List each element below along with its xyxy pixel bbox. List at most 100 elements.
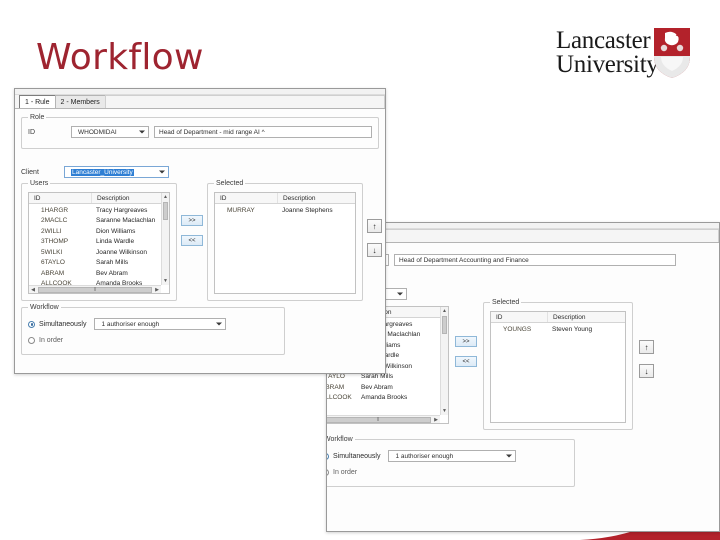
radio-in-order-secondary[interactable]: In order [327,469,568,476]
table-row[interactable]: ABRAM Bev Abram [29,268,169,279]
table-row[interactable]: 5WILKI Joanne Wilkinson [29,247,169,258]
lists-area-secondary: Description Tracy Hargreaves Saranne Mac… [327,299,713,430]
tab-members[interactable]: 2 - Members [54,95,106,108]
workflow-group-secondary: Workflow Simultaneously 1 authoriser eno… [327,436,575,487]
chevron-down-icon [397,292,403,296]
workflow-simultaneous-row-primary: Simultaneously 1 authoriser enough [28,318,278,330]
radio-dot-icon [327,452,329,460]
radio-dot-icon [327,469,329,476]
scroll-thumb[interactable] [163,202,168,220]
role-row-secondary: WHODAF Head of Department Accounting and… [327,254,713,266]
arrow-up-icon[interactable]: ↑ [639,340,654,354]
move-right-button-secondary[interactable]: >> [455,336,477,347]
authoriser-combo-secondary[interactable]: 1 authoriser enough [388,450,517,462]
role-description-field-secondary[interactable]: Head of Department Accounting and Financ… [394,254,676,266]
chevron-down-icon [139,130,145,134]
order-buttons-secondary: ↑ ↓ [639,306,654,378]
order-buttons-primary: ↑ ↓ [367,183,382,257]
radio-simultaneously-label-primary: Simultaneously [39,320,87,328]
role-rule-dialog-primary[interactable]: 1 - Rule 2 - Members . Role ID WHODMIDAI… [14,88,386,374]
scroll-thumb-horizontal[interactable]: ‖ [327,416,431,423]
role-id-row-primary: ID WHODMIDAI Head of Department - mid ra… [28,126,372,138]
table-row[interactable]: YOUNGS Steven Young [491,324,625,335]
logo-wordmark: Lancaster University [556,28,659,78]
users-horizontal-scrollbar-secondary[interactable]: ◀ ‖ ▶ [327,415,440,424]
table-row[interactable]: 1HARGR Tracy Hargreaves [29,205,169,216]
users-group-legend: Users [28,180,51,187]
authoriser-value-primary: 1 authoriser enough [101,320,160,328]
move-buttons-primary: >> << [181,183,203,246]
users-group-primary: Users ID Description 1HARGR Tracy Hargre… [21,180,177,301]
scroll-right-icon[interactable]: ▶ [153,286,161,294]
scroll-right-icon[interactable]: ▶ [432,416,440,424]
radio-simultaneously-primary[interactable]: Simultaneously [28,320,87,328]
lists-area-primary: Users ID Description 1HARGR Tracy Hargre… [21,180,382,301]
workflow-group-primary: Workflow Simultaneously 1 authoriser eno… [21,304,285,355]
column-header-description-secondary2: Description [547,312,613,322]
client-combo-primary[interactable]: Lancaster_University [64,166,169,178]
selected-group-secondary: Selected ID Description YOUNGS Steven Yo… [483,299,633,430]
users-horizontal-scrollbar-primary[interactable]: ◀ ‖ ▶ [29,285,161,293]
arrow-down-icon[interactable]: ↓ [639,364,654,378]
table-row[interactable]: 2MACLC Saranne Maclachlan [29,216,169,227]
role-description-field-primary[interactable]: Head of Department - mid range AI ^ [154,126,372,138]
table-row[interactable]: ABRAM Bev Abram [327,382,448,393]
move-left-button-primary[interactable]: << [181,235,203,246]
selected-group-legend-secondary: Selected [490,299,522,306]
lancaster-university-logo: Lancaster University [556,27,692,85]
column-header-description-primary2: Description [277,193,349,203]
workflow-group-legend-secondary: Workflow [327,436,355,443]
role-id-combo-primary[interactable]: WHODMIDAI [71,126,149,138]
tabstrip-filler: . [371,229,719,242]
table-row[interactable]: 2WILLI Dion Williams [29,226,169,237]
arrow-up-icon[interactable]: ↑ [367,219,382,233]
column-header-id-primary: ID [34,195,41,202]
selected-grid-rows-secondary[interactable]: YOUNGS Steven Young [491,323,625,335]
selected-grid-secondary[interactable]: ID Description YOUNGS Steven Young [490,311,626,423]
column-header-id-primary2: ID [220,195,227,202]
users-grid-rows-primary[interactable]: 1HARGR Tracy Hargreaves 2MACLC Saranne M… [29,204,169,289]
selected-grid-header-secondary: ID Description [491,312,625,323]
radio-dot-icon [28,337,35,344]
role-id-value-primary: WHODMIDAI [78,128,117,136]
scroll-up-icon[interactable]: ▲ [441,307,448,315]
chevron-down-icon [506,454,513,458]
move-left-button-secondary[interactable]: << [455,356,477,367]
users-vertical-scrollbar-secondary[interactable]: ▲ ▼ [440,307,448,415]
workflow-group-legend-primary: Workflow [28,304,61,311]
scroll-up-icon[interactable]: ▲ [162,193,169,201]
table-row[interactable]: ALLCOOK Amanda Brooks [327,393,448,404]
client-label: Client [21,168,39,176]
arrow-down-icon[interactable]: ↓ [367,243,382,257]
logo-line-2: University [556,50,659,78]
tabstrip-filler: . [104,95,385,108]
scroll-thumb[interactable] [442,316,447,334]
scroll-down-icon[interactable]: ▼ [162,277,169,285]
scroll-thumb-horizontal[interactable]: ‖ [38,286,152,293]
page-title: Workflow [36,37,204,78]
selected-grid-header-primary: ID Description [215,193,355,204]
dialog-body-primary: Role ID WHODMIDAI Head of Department - m… [15,109,385,359]
users-grid-primary[interactable]: ID Description 1HARGR Tracy Hargreaves 2… [28,192,170,294]
radio-in-order-label-primary: In order [39,337,64,344]
authoriser-combo-primary[interactable]: 1 authoriser enough [94,318,227,330]
radio-simultaneously-secondary[interactable]: Simultaneously [327,452,380,460]
client-value-primary: Lancaster_University [71,168,134,176]
table-row[interactable]: 6TAYLO Sarah Mills [29,258,169,269]
table-row[interactable]: MURRAY Joanne Stephens [215,205,355,216]
selected-group-primary: Selected ID Description MURRAY Joanne St… [207,180,363,301]
role-group-legend: Role [28,114,47,121]
scroll-down-icon[interactable]: ▼ [441,407,448,415]
scroll-left-icon[interactable]: ◀ [29,286,37,294]
tabstrip-primary[interactable]: 1 - Rule 2 - Members . [15,95,385,109]
table-row[interactable]: 3THOMP Linda Wardle [29,237,169,248]
users-vertical-scrollbar-primary[interactable]: ▲ ▼ [161,193,169,285]
university-crest-icon [654,28,690,78]
selected-grid-rows-primary[interactable]: MURRAY Joanne Stephens [215,204,355,216]
client-row-primary: Client Lancaster_University [21,166,379,178]
radio-in-order-primary[interactable]: In order [28,337,278,344]
move-right-button-primary[interactable]: >> [181,215,203,226]
tab-rule[interactable]: 1 - Rule [19,95,56,108]
selected-grid-primary[interactable]: ID Description MURRAY Joanne Stephens [214,192,356,294]
column-header-description-primary: Description [91,193,163,203]
